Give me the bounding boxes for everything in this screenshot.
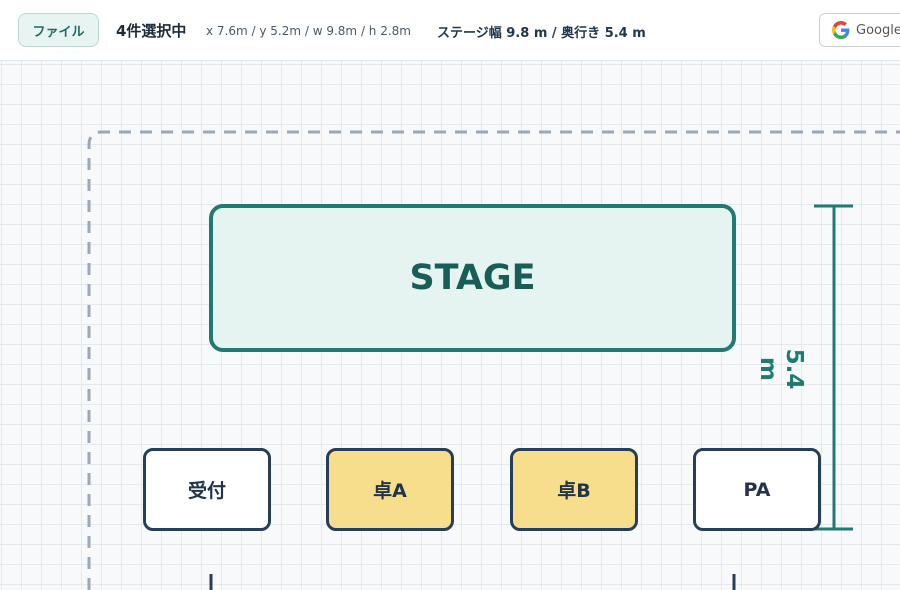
selection-coordinates: x 7.6m / y 5.2m / w 9.8m / h 2.8m: [206, 24, 411, 38]
layout-canvas[interactable]: STAGE 受付 卓A 卓B PA 5.4 m: [0, 61, 900, 590]
stage-dimensions: ステージ幅 9.8 m / 奥行き 5.4 m: [437, 26, 646, 41]
reception-block[interactable]: 受付: [143, 448, 271, 531]
file-button[interactable]: ファイル: [18, 13, 99, 47]
table-a-block[interactable]: 卓A: [326, 448, 454, 531]
selection-count: 4件選択中: [116, 22, 187, 40]
google-signin-button[interactable]: Google: [819, 13, 900, 47]
pa-block[interactable]: PA: [693, 448, 821, 531]
table-b-block[interactable]: 卓B: [510, 448, 638, 531]
toolbar: ファイル 4件選択中 x 7.6m / y 5.2m / w 9.8m / h …: [0, 0, 900, 61]
google-label: Google: [856, 22, 900, 38]
google-icon: [832, 21, 850, 39]
stage-block[interactable]: STAGE: [209, 204, 736, 352]
dimension-label: 5.4 m: [755, 348, 807, 390]
